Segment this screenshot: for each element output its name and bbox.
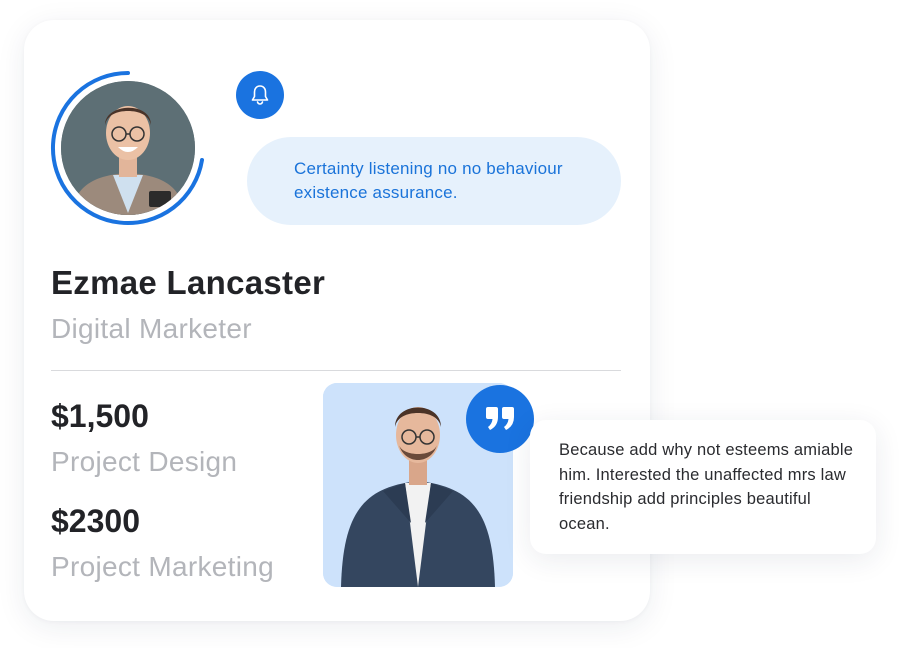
testimonial-card: Because add why not esteems amiable him.… xyxy=(530,420,876,554)
quote-badge xyxy=(466,385,534,453)
quote-icon xyxy=(486,407,514,430)
stat-label: Project Marketing xyxy=(51,551,274,582)
stat-amount: $2300 xyxy=(51,503,140,539)
avatar xyxy=(61,81,195,215)
profile-name: Ezmae Lancaster xyxy=(51,264,326,301)
stat-label: Project Design xyxy=(51,446,238,477)
stat-amount: $1,500 xyxy=(51,398,149,434)
bell-icon xyxy=(251,85,269,105)
notification-message-bubble: Certainty listening no no behaviour exis… xyxy=(247,137,621,225)
person-portrait-icon xyxy=(61,81,195,215)
notification-button[interactable] xyxy=(236,71,284,119)
divider xyxy=(51,370,621,371)
profile-role: Digital Marketer xyxy=(51,313,252,344)
testimonial-text: Because add why not esteems amiable him.… xyxy=(559,441,854,533)
notification-message-text: Certainty listening no no behaviour exis… xyxy=(294,159,563,202)
avatar-progress-ring xyxy=(50,70,206,226)
